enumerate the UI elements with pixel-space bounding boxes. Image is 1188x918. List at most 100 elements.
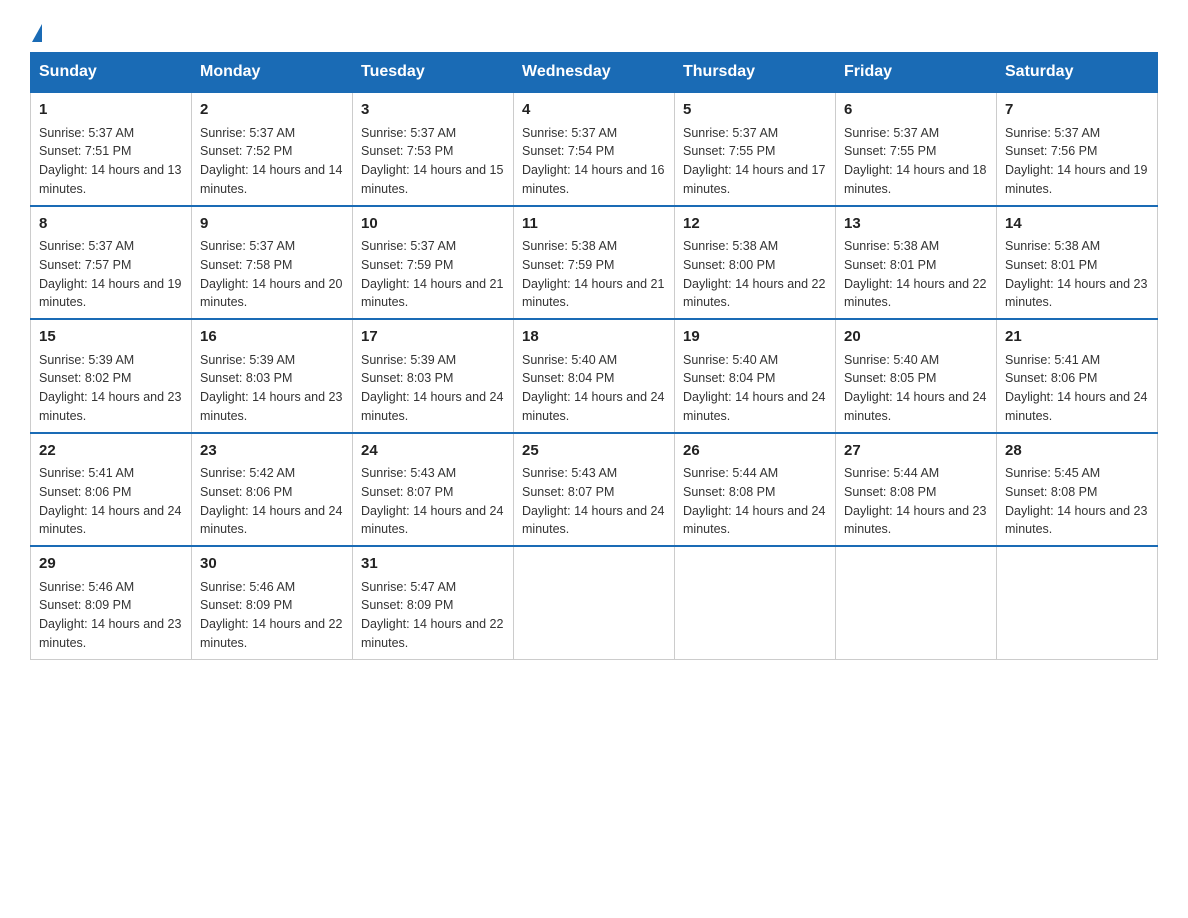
sunrise-text: Sunrise: 5:46 AM	[200, 580, 295, 594]
day-number: 4	[522, 99, 666, 122]
sunrise-text: Sunrise: 5:37 AM	[39, 126, 134, 140]
day-number: 12	[683, 213, 827, 236]
sunrise-text: Sunrise: 5:41 AM	[1005, 353, 1100, 367]
calendar-week-row: 29Sunrise: 5:46 AMSunset: 8:09 PMDayligh…	[31, 546, 1158, 659]
sunrise-text: Sunrise: 5:38 AM	[1005, 239, 1100, 253]
sunrise-text: Sunrise: 5:40 AM	[844, 353, 939, 367]
weekday-header-saturday: Saturday	[997, 53, 1158, 93]
calendar-cell: 16Sunrise: 5:39 AMSunset: 8:03 PMDayligh…	[192, 319, 353, 433]
calendar-cell: 19Sunrise: 5:40 AMSunset: 8:04 PMDayligh…	[675, 319, 836, 433]
daylight-text: Daylight: 14 hours and 22 minutes.	[361, 617, 503, 650]
calendar-cell	[997, 546, 1158, 659]
calendar-cell	[675, 546, 836, 659]
day-number: 22	[39, 440, 183, 463]
weekday-header-monday: Monday	[192, 53, 353, 93]
calendar-cell: 24Sunrise: 5:43 AMSunset: 8:07 PMDayligh…	[353, 433, 514, 547]
day-number: 14	[1005, 213, 1149, 236]
calendar-cell: 14 Sunrise: 5:38 AM Sunset: 8:01 PM Dayligh…	[997, 206, 1158, 320]
sunrise-text: Sunrise: 5:46 AM	[39, 580, 134, 594]
calendar-cell: 9Sunrise: 5:37 AMSunset: 7:58 PMDaylight…	[192, 206, 353, 320]
day-number: 23	[200, 440, 344, 463]
calendar-cell: 28 Sunrise: 5:45 AM Sunset: 8:08 PM Dayligh…	[997, 433, 1158, 547]
sunset-text: Sunset: 7:59 PM	[361, 258, 453, 272]
daylight-text: Daylight: 14 hours and 24 minutes.	[361, 504, 503, 537]
sunrise-text: Sunrise: 5:37 AM	[200, 239, 295, 253]
sunrise-text: Sunrise: 5:39 AM	[200, 353, 295, 367]
sunrise-text: Sunrise: 5:44 AM	[844, 466, 939, 480]
sunrise-text: Sunrise: 5:43 AM	[361, 466, 456, 480]
sunrise-text: Sunrise: 5:37 AM	[683, 126, 778, 140]
daylight-text: Daylight: 14 hours and 20 minutes.	[200, 277, 342, 310]
sunrise-text: Sunrise: 5:40 AM	[683, 353, 778, 367]
daylight-text: Daylight: 14 hours and 15 minutes.	[361, 163, 503, 196]
daylight-text: Daylight: 14 hours and 23 minutes.	[1005, 504, 1147, 537]
calendar-cell: 11Sunrise: 5:38 AMSunset: 7:59 PMDayligh…	[514, 206, 675, 320]
sunset-text: Sunset: 8:08 PM	[1005, 485, 1097, 499]
daylight-text: Daylight: 14 hours and 23 minutes.	[844, 504, 986, 537]
page-header	[30, 20, 1158, 42]
sunset-text: Sunset: 7:52 PM	[200, 144, 292, 158]
day-number: 8	[39, 213, 183, 236]
calendar-cell: 12Sunrise: 5:38 AMSunset: 8:00 PMDayligh…	[675, 206, 836, 320]
sunset-text: Sunset: 7:59 PM	[522, 258, 614, 272]
calendar-cell: 5Sunrise: 5:37 AMSunset: 7:55 PMDaylight…	[675, 92, 836, 206]
sunrise-text: Sunrise: 5:38 AM	[844, 239, 939, 253]
daylight-text: Daylight: 14 hours and 14 minutes.	[200, 163, 342, 196]
daylight-text: Daylight: 14 hours and 23 minutes.	[39, 390, 181, 423]
sunrise-text: Sunrise: 5:37 AM	[39, 239, 134, 253]
calendar-cell: 21Sunrise: 5:41 AMSunset: 8:06 PMDayligh…	[997, 319, 1158, 433]
daylight-text: Daylight: 14 hours and 22 minutes.	[844, 277, 986, 310]
sunset-text: Sunset: 7:53 PM	[361, 144, 453, 158]
sunset-text: Sunset: 7:56 PM	[1005, 144, 1097, 158]
daylight-text: Daylight: 14 hours and 24 minutes.	[522, 504, 664, 537]
sunset-text: Sunset: 8:02 PM	[39, 371, 131, 385]
sunset-text: Sunset: 8:06 PM	[200, 485, 292, 499]
calendar-cell: 1Sunrise: 5:37 AMSunset: 7:51 PMDaylight…	[31, 92, 192, 206]
sunrise-text: Sunrise: 5:38 AM	[683, 239, 778, 253]
daylight-text: Daylight: 14 hours and 22 minutes.	[683, 277, 825, 310]
calendar-cell: 6Sunrise: 5:37 AMSunset: 7:55 PMDaylight…	[836, 92, 997, 206]
calendar-cell	[836, 546, 997, 659]
daylight-text: Daylight: 14 hours and 24 minutes.	[683, 504, 825, 537]
day-number: 28	[1005, 440, 1149, 463]
sunrise-text: Sunrise: 5:45 AM	[1005, 466, 1100, 480]
daylight-text: Daylight: 14 hours and 17 minutes.	[683, 163, 825, 196]
weekday-header-tuesday: Tuesday	[353, 53, 514, 93]
logo	[30, 20, 42, 42]
calendar-cell: 7Sunrise: 5:37 AMSunset: 7:56 PMDaylight…	[997, 92, 1158, 206]
sunrise-text: Sunrise: 5:39 AM	[361, 353, 456, 367]
daylight-text: Daylight: 14 hours and 23 minutes.	[1005, 277, 1147, 310]
day-number: 11	[522, 213, 666, 236]
daylight-text: Daylight: 14 hours and 24 minutes.	[39, 504, 181, 537]
day-number: 25	[522, 440, 666, 463]
calendar-cell: 23Sunrise: 5:42 AMSunset: 8:06 PMDayligh…	[192, 433, 353, 547]
sunrise-text: Sunrise: 5:44 AM	[683, 466, 778, 480]
calendar-header: SundayMondayTuesdayWednesdayThursdayFrid…	[31, 53, 1158, 93]
daylight-text: Daylight: 14 hours and 24 minutes.	[844, 390, 986, 423]
calendar-cell: 2Sunrise: 5:37 AMSunset: 7:52 PMDaylight…	[192, 92, 353, 206]
sunrise-text: Sunrise: 5:41 AM	[39, 466, 134, 480]
sunset-text: Sunset: 8:09 PM	[39, 598, 131, 612]
sunrise-text: Sunrise: 5:37 AM	[1005, 126, 1100, 140]
day-number: 19	[683, 326, 827, 349]
calendar-table: SundayMondayTuesdayWednesdayThursdayFrid…	[30, 52, 1158, 660]
calendar-cell: 29Sunrise: 5:46 AMSunset: 8:09 PMDayligh…	[31, 546, 192, 659]
sunrise-text: Sunrise: 5:43 AM	[522, 466, 617, 480]
daylight-text: Daylight: 14 hours and 24 minutes.	[522, 390, 664, 423]
sunset-text: Sunset: 8:01 PM	[1005, 258, 1097, 272]
daylight-text: Daylight: 14 hours and 24 minutes.	[361, 390, 503, 423]
logo-triangle-icon	[32, 24, 42, 42]
day-number: 7	[1005, 99, 1149, 122]
sunset-text: Sunset: 8:06 PM	[39, 485, 131, 499]
daylight-text: Daylight: 14 hours and 13 minutes.	[39, 163, 181, 196]
day-number: 16	[200, 326, 344, 349]
calendar-week-row: 1Sunrise: 5:37 AMSunset: 7:51 PMDaylight…	[31, 92, 1158, 206]
sunset-text: Sunset: 8:01 PM	[844, 258, 936, 272]
sunrise-text: Sunrise: 5:42 AM	[200, 466, 295, 480]
sunset-text: Sunset: 8:03 PM	[361, 371, 453, 385]
daylight-text: Daylight: 14 hours and 23 minutes.	[200, 390, 342, 423]
day-number: 13	[844, 213, 988, 236]
sunset-text: Sunset: 7:57 PM	[39, 258, 131, 272]
daylight-text: Daylight: 14 hours and 23 minutes.	[39, 617, 181, 650]
day-number: 2	[200, 99, 344, 122]
